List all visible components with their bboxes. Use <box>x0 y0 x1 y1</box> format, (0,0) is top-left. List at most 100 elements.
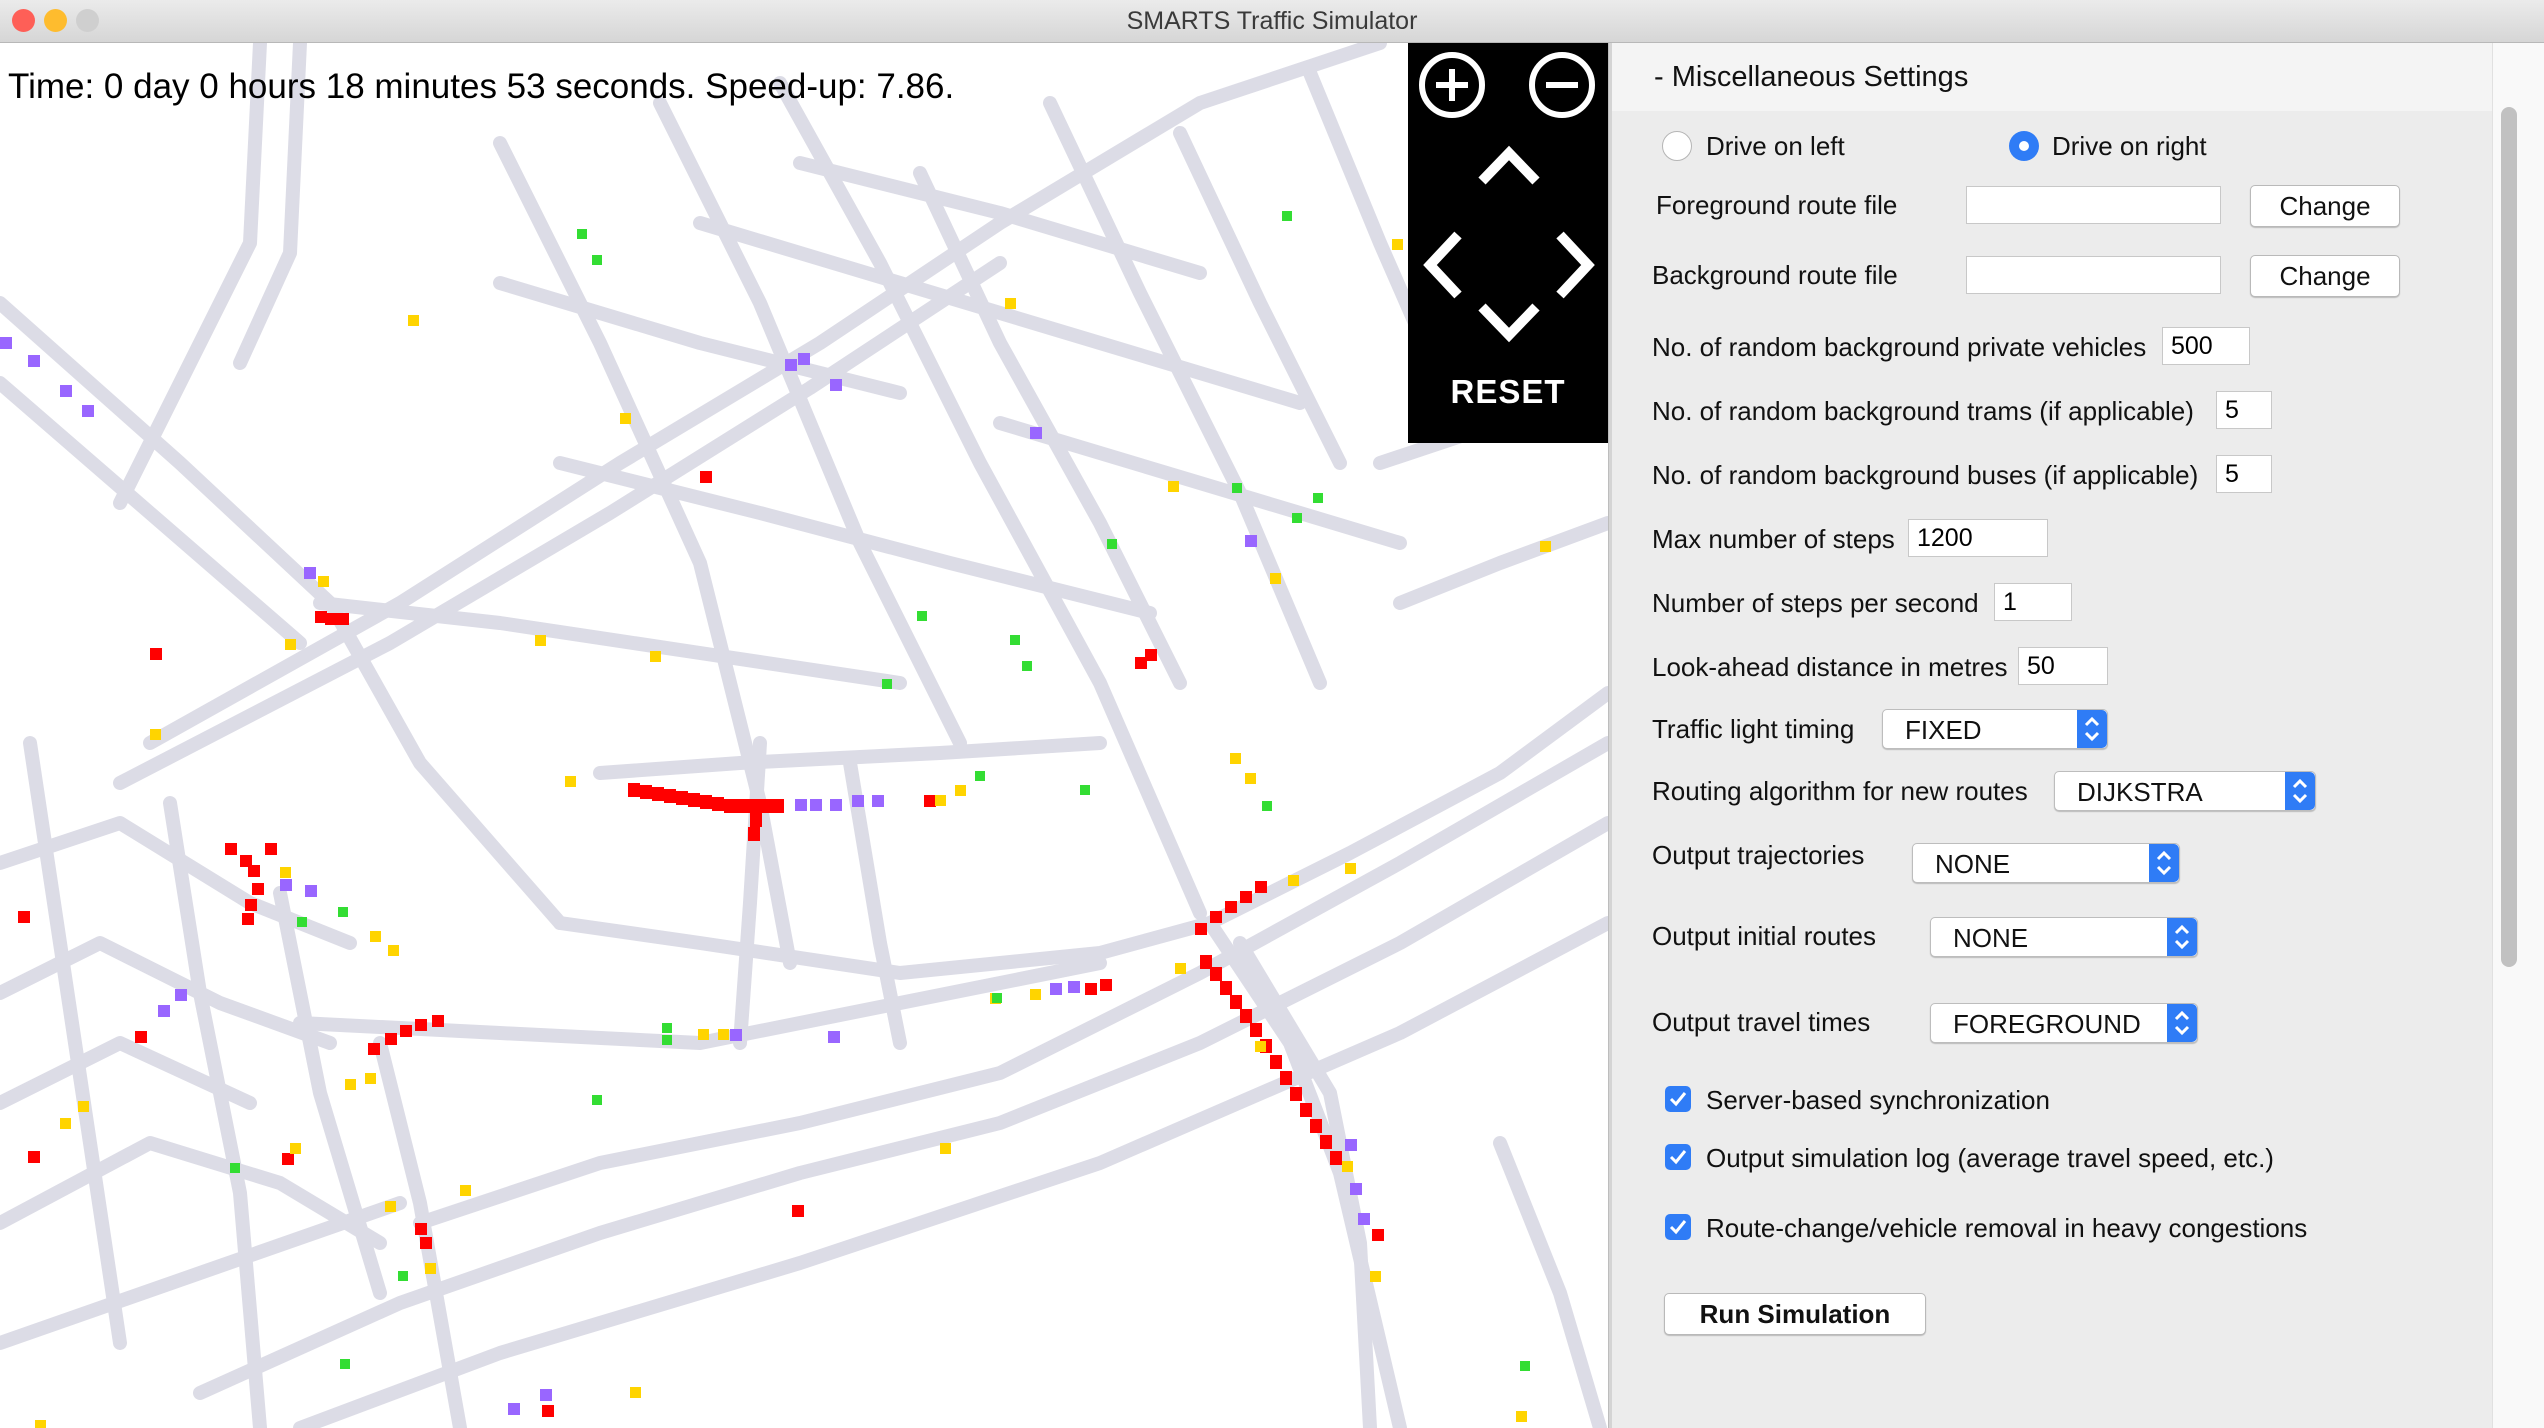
reset-view-button[interactable]: RESET <box>1408 373 1608 411</box>
travel-times-label: Output travel times <box>1652 1007 1871 1037</box>
run-simulation-button[interactable]: Run Simulation <box>1664 1293 1926 1335</box>
sim-log-label[interactable]: Output simulation log (average travel sp… <box>1706 1143 2274 1174</box>
vehicle-marker <box>1262 801 1272 811</box>
vehicle-marker <box>955 785 966 796</box>
route-change-checkbox[interactable] <box>1665 1214 1691 1240</box>
vehicle-marker <box>265 843 277 855</box>
vehicle-marker <box>420 1237 432 1249</box>
updown-arrows-icon <box>2077 710 2107 748</box>
pan-right-icon[interactable] <box>1554 229 1598 301</box>
buses-field[interactable]: 5 <box>2216 455 2272 493</box>
vehicle-marker <box>748 827 760 841</box>
vehicle-marker <box>1085 983 1097 995</box>
vehicle-marker <box>1292 513 1302 523</box>
look-ahead-field[interactable]: 50 <box>2018 647 2108 685</box>
vehicle-marker <box>28 355 40 367</box>
vehicle-marker <box>304 567 316 579</box>
section-title[interactable]: - Miscellaneous Settings <box>1654 61 1968 94</box>
vehicle-marker <box>652 787 664 801</box>
vehicle-marker <box>1195 923 1207 935</box>
vehicle-marker <box>1320 1135 1332 1149</box>
vehicle-marker <box>662 1023 672 1033</box>
vehicle-marker <box>1050 983 1062 995</box>
scrollbar-thumb[interactable] <box>2501 107 2517 967</box>
vehicle-marker <box>150 648 162 660</box>
vehicle-marker <box>385 1201 396 1212</box>
vehicle-marker <box>1245 535 1257 547</box>
travel-times-select[interactable]: FOREGROUND <box>1930 1003 2198 1043</box>
vehicle-marker <box>872 795 884 807</box>
trams-label: No. of random background trams (if appli… <box>1652 396 2194 426</box>
trajectories-select[interactable]: NONE <box>1912 843 2180 883</box>
vehicle-marker <box>640 785 652 799</box>
background-route-field[interactable] <box>1966 256 2221 294</box>
vehicle-marker <box>1005 298 1016 309</box>
vehicle-marker <box>1270 573 1281 584</box>
trams-field[interactable]: 5 <box>2216 391 2272 429</box>
vehicle-marker <box>1240 1009 1252 1023</box>
private-vehicles-field[interactable]: 500 <box>2162 327 2250 365</box>
settings-scrollbar[interactable] <box>2492 43 2544 1428</box>
initial-routes-select[interactable]: NONE <box>1930 917 2198 957</box>
drive-right-radio[interactable] <box>2009 131 2039 161</box>
vehicle-marker <box>662 1035 672 1045</box>
vehicle-marker <box>415 1223 427 1235</box>
vehicle-marker <box>1255 1041 1266 1052</box>
vehicle-marker <box>78 1101 89 1112</box>
vehicle-marker <box>305 885 317 897</box>
drive-left-label[interactable]: Drive on left <box>1706 131 1845 162</box>
vehicle-marker <box>508 1403 520 1415</box>
private-vehicles-label: No. of random background private vehicle… <box>1652 332 2147 362</box>
traffic-light-select[interactable]: FIXED <box>1882 709 2108 749</box>
drive-left-radio[interactable] <box>1662 131 1692 161</box>
pan-up-icon[interactable] <box>1476 143 1542 187</box>
vehicle-marker <box>1540 541 1551 552</box>
vehicle-marker <box>1175 963 1186 974</box>
vehicle-marker <box>1520 1361 1530 1371</box>
foreground-route-field[interactable] <box>1966 186 2221 224</box>
steps-per-second-field[interactable]: 1 <box>1994 583 2072 621</box>
vehicle-marker <box>1107 539 1117 549</box>
updown-arrows-icon <box>2285 772 2315 810</box>
vehicle-marker <box>460 1185 471 1196</box>
server-sync-label[interactable]: Server-based synchronization <box>1706 1085 2050 1116</box>
vehicle-marker <box>830 379 842 391</box>
drive-right-label[interactable]: Drive on right <box>2052 131 2207 162</box>
vehicle-marker <box>785 359 797 371</box>
vehicle-marker <box>1210 911 1222 923</box>
vehicle-marker <box>630 1387 641 1398</box>
vehicle-marker <box>252 883 264 895</box>
background-route-change-button[interactable]: Change <box>2250 255 2400 297</box>
server-sync-checkbox[interactable] <box>1665 1086 1691 1112</box>
vehicle-marker <box>1100 979 1112 991</box>
max-steps-label: Max number of steps <box>1652 524 1895 554</box>
foreground-route-change-button[interactable]: Change <box>2250 185 2400 227</box>
vehicle-marker <box>718 1029 729 1040</box>
vehicle-marker <box>1310 1119 1322 1133</box>
zoom-out-icon[interactable] <box>1526 49 1598 121</box>
vehicle-marker <box>992 993 1002 1003</box>
pan-left-icon[interactable] <box>1420 229 1464 301</box>
vehicle-marker <box>415 1019 427 1031</box>
vehicle-marker <box>724 799 736 813</box>
vehicle-marker <box>338 907 348 917</box>
zoom-in-icon[interactable] <box>1416 49 1488 121</box>
routing-select[interactable]: DIJKSTRA <box>2054 771 2316 811</box>
route-change-label[interactable]: Route-change/vehicle removal in heavy co… <box>1706 1213 2307 1244</box>
vehicle-marker <box>1030 989 1041 1000</box>
vehicle-marker <box>1370 1271 1381 1282</box>
simulation-status-text: Time: 0 day 0 hours 18 minutes 53 second… <box>8 67 955 106</box>
pan-down-icon[interactable] <box>1476 301 1542 345</box>
vehicle-marker <box>340 1359 350 1369</box>
map-navigation-control: RESET <box>1408 43 1608 443</box>
vehicle-marker <box>592 255 602 265</box>
vehicle-marker <box>700 795 712 809</box>
vehicle-marker <box>1145 649 1157 661</box>
map-canvas[interactable]: Time: 0 day 0 hours 18 minutes 53 second… <box>0 43 1608 1428</box>
vehicle-marker <box>1280 1071 1292 1085</box>
sim-log-checkbox[interactable] <box>1665 1144 1691 1170</box>
vehicle-marker <box>917 611 927 621</box>
vehicle-marker <box>280 867 291 878</box>
max-steps-field[interactable]: 1200 <box>1908 519 2048 557</box>
settings-section-header[interactable]: - Miscellaneous Settings <box>1612 43 2492 111</box>
